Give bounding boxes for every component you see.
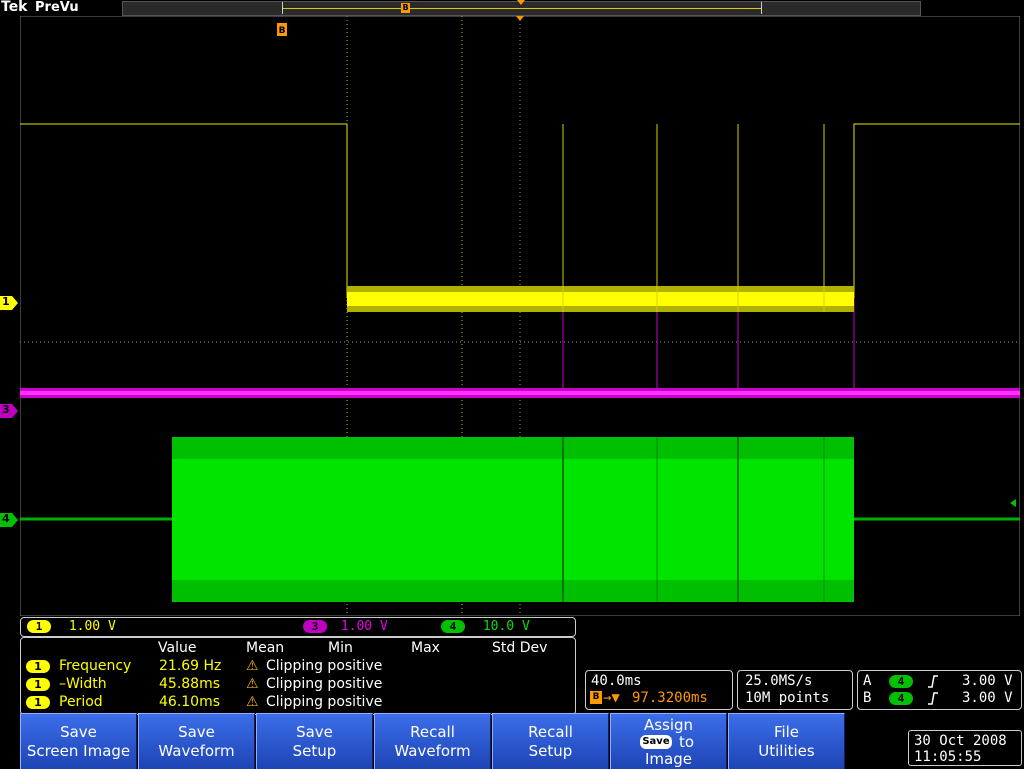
acquisition-readout[interactable]: 25.0MS/s 10M points <box>737 670 853 710</box>
rising-edge-icon <box>928 692 938 705</box>
save-setup-button[interactable]: Save Setup <box>256 713 373 769</box>
timebase-scale: 40.0ms <box>591 673 642 689</box>
trigger-readout[interactable]: A 4 3.00 V B 4 3.00 V <box>857 670 1022 710</box>
measurements-panel[interactable]: Value Mean Min Max Std Dev 1 Frequency 2… <box>20 637 576 715</box>
file-utilities-button[interactable]: File Utilities <box>728 713 845 769</box>
measurement-row-frequency[interactable]: 1 Frequency 21.69 Hz ⚠ Clipping positive <box>21 658 575 676</box>
trigger-a-level: 3.00 V <box>962 673 1013 689</box>
warning-triangle-icon: ⚠ <box>246 658 259 674</box>
ch1-ground-marker[interactable]: 1 <box>0 295 18 310</box>
ch3-ground-marker[interactable]: 3 <box>0 403 18 418</box>
date: 30 Oct 2008 <box>914 733 1007 749</box>
trigger-a-source: 4 <box>889 675 913 688</box>
record-length: 10M points <box>745 690 830 706</box>
horizontal-delay: 97.3200ms <box>632 690 708 706</box>
sample-rate: 25.0MS/s <box>745 673 813 689</box>
ch4-scale-readout[interactable]: 4 10.0 V <box>441 618 530 636</box>
save-waveform-button[interactable]: Save Waveform <box>138 713 255 769</box>
rising-edge-icon <box>928 675 938 688</box>
trigger-position-icon[interactable] <box>517 0 525 5</box>
status-bar: Tek PreVu B <box>0 0 1024 16</box>
measurement-row-negative-width[interactable]: 1 –Width 45.88ms ⚠ Clipping positive <box>21 676 575 694</box>
date-time-display: 30 Oct 2008 11:05:55 <box>908 730 1022 766</box>
waveform-display[interactable]: B <box>20 16 1020 616</box>
header-std-dev: Std Dev <box>492 640 548 656</box>
ch4-ground-marker[interactable]: 4 <box>0 512 18 527</box>
save-screen-image-button[interactable]: Save Screen Image <box>20 713 137 769</box>
header-min: Min <box>328 640 353 656</box>
brand-logo: Tek <box>1 0 28 15</box>
trigger-b-level: 3.00 V <box>962 690 1013 706</box>
screen-b-marker-label: B <box>279 26 286 36</box>
recall-setup-button[interactable]: Recall Setup <box>492 713 609 769</box>
header-value: Value <box>158 640 197 656</box>
horizontal-readout[interactable]: 40.0ms B →▼ 97.3200ms <box>585 670 733 710</box>
warning-triangle-icon: ⚠ <box>246 694 259 710</box>
delay-arrow-icon: →▼ <box>603 690 620 706</box>
time: 11:05:55 <box>914 749 982 765</box>
recall-waveform-button[interactable]: Recall Waveform <box>374 713 491 769</box>
measurement-row-period[interactable]: 1 Period 46.10ms ⚠ Clipping positive <box>21 694 575 712</box>
mode-label: PreVu <box>35 0 79 15</box>
header-max: Max <box>411 640 440 656</box>
save-badge: Save <box>640 735 672 749</box>
channel-scale-legend: 1 1.00 V 3 1.00 V 4 10.0 V <box>20 617 576 637</box>
trigger-b-source: 4 <box>889 692 913 705</box>
delay-marker-icon: B <box>590 691 602 704</box>
header-mean: Mean <box>246 640 285 656</box>
warning-triangle-icon: ⚠ <box>246 676 259 692</box>
ch1-scale-readout[interactable]: 1 1.00 V <box>27 618 116 636</box>
ch3-scale-readout[interactable]: 3 1.00 V <box>303 618 388 636</box>
assign-save-button[interactable]: Assign Save to Image <box>610 713 727 769</box>
record-b-marker: B <box>401 3 410 13</box>
